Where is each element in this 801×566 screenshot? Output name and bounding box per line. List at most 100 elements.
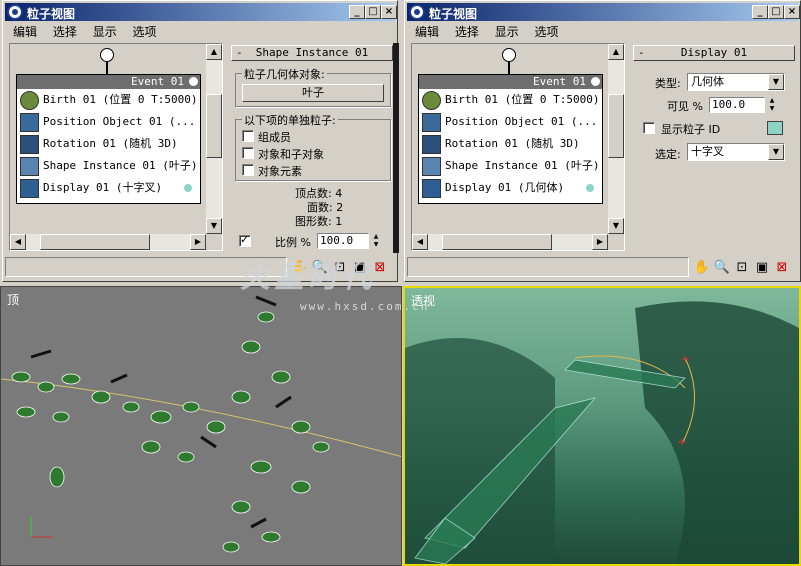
scroll-thumb[interactable] <box>206 94 222 158</box>
operator-label: Shape Instance 01 (叶子) <box>445 159 600 172</box>
rollout-title: Shape Instance 01 <box>255 46 369 59</box>
operator-position-object[interactable]: Position Object 01 (... <box>419 111 602 133</box>
minimize-button[interactable]: _ <box>349 5 365 19</box>
rollout-scrollbar[interactable] <box>393 43 399 253</box>
particle-graph[interactable]: Event 01 Birth 01 (位置 0 T:5000) Position… <box>9 43 223 251</box>
event-input-connector[interactable] <box>502 48 516 62</box>
chevron-down-icon[interactable]: ▼ <box>768 74 784 90</box>
spline-point-icon: + <box>677 435 687 449</box>
group-label: 以下项的单独粒子: <box>242 112 338 128</box>
scroll-down-button[interactable]: ▼ <box>608 218 624 234</box>
scroll-down-button[interactable]: ▼ <box>206 218 222 234</box>
operator-label: Rotation 01 (随机 3D) <box>43 137 178 150</box>
menu-select[interactable]: 选择 <box>53 23 77 41</box>
display-color-swatch[interactable] <box>767 121 783 135</box>
rotation-icon <box>422 135 441 154</box>
event-box[interactable]: Event 01 Birth 01 (位置 0 T:5000) Position… <box>418 74 603 204</box>
zoom-icon[interactable]: 🔍 <box>713 259 731 277</box>
graph-horizontal-scrollbar[interactable]: ◀ ▶ <box>412 234 608 250</box>
operator-shape-instance[interactable]: Shape Instance 01 (叶子) <box>419 155 602 177</box>
operator-label: Rotation 01 (随机 3D) <box>445 137 580 150</box>
visible-percent-spinner[interactable]: 100.0 <box>709 97 765 113</box>
operator-display[interactable]: Display 01 (十字叉) <box>17 177 200 199</box>
event-input-connector[interactable] <box>100 48 114 62</box>
scroll-right-button[interactable]: ▶ <box>190 234 206 250</box>
menu-edit[interactable]: 编辑 <box>415 23 439 41</box>
title-bar[interactable]: 粒子视图 _ □ × <box>407 3 800 21</box>
scroll-up-button[interactable]: ▲ <box>608 44 624 60</box>
viewport-label[interactable]: 顶 <box>7 291 19 308</box>
graph-horizontal-scrollbar[interactable]: ◀ ▶ <box>10 234 206 250</box>
operator-label: Position Object 01 (... <box>43 115 196 128</box>
shape-instance-rollout: - Shape Instance 01 粒子几何体对象: 叶子 以下项的单独粒子:… <box>229 43 395 253</box>
scroll-left-button[interactable]: ◀ <box>412 234 428 250</box>
watermark-logo: 火星时代 <box>240 260 376 295</box>
zoom-extents-icon[interactable]: ▣ <box>753 259 771 277</box>
particle-graph[interactable]: Event 01 Birth 01 (位置 0 T:5000) Position… <box>411 43 625 251</box>
operator-position-object[interactable]: Position Object 01 (... <box>17 111 200 133</box>
perspective-viewport[interactable]: 透视 + + <box>403 286 801 566</box>
scroll-thumb[interactable] <box>442 234 552 250</box>
operator-birth[interactable]: Birth 01 (位置 0 T:5000) <box>419 89 602 111</box>
operator-rotation[interactable]: Rotation 01 (随机 3D) <box>17 133 200 155</box>
menu-options[interactable]: 选项 <box>133 23 157 41</box>
graph-vertical-scrollbar[interactable]: ▲ ▼ <box>608 44 624 234</box>
chevron-down-icon[interactable]: ▼ <box>768 144 784 160</box>
no-zoom-icon[interactable]: ⊠ <box>773 259 791 277</box>
scroll-right-button[interactable]: ▶ <box>592 234 608 250</box>
operator-rotation[interactable]: Rotation 01 (随机 3D) <box>419 133 602 155</box>
event-header[interactable]: Event 01 <box>17 75 200 89</box>
geometry-object-button[interactable]: 叶子 <box>242 84 384 102</box>
scale-checkbox[interactable] <box>239 233 251 247</box>
operator-label: Birth 01 (位置 0 T:5000) <box>445 93 600 106</box>
scale-spinner[interactable]: 100.0 <box>317 233 369 249</box>
mountain-right <box>635 301 799 564</box>
close-button[interactable]: × <box>381 5 397 19</box>
scroll-thumb[interactable] <box>608 94 624 158</box>
menu-select[interactable]: 选择 <box>455 23 479 41</box>
maximize-button[interactable]: □ <box>365 5 381 19</box>
show-particle-id-label: 显示粒子 ID <box>661 123 721 136</box>
spinner-arrows-icon[interactable]: ▲ ▼ <box>371 233 381 249</box>
menu-edit[interactable]: 编辑 <box>13 23 37 41</box>
scroll-left-button[interactable]: ◀ <box>10 234 26 250</box>
shape-instance-icon <box>422 157 441 176</box>
object-elements-checkbox[interactable] <box>242 164 254 176</box>
birth-icon <box>20 91 39 110</box>
operator-birth[interactable]: Birth 01 (位置 0 T:5000) <box>17 89 200 111</box>
spinner-arrows-icon[interactable]: ▲ ▼ <box>767 97 777 113</box>
title-bar[interactable]: 粒子视图 _ □ × <box>5 3 397 21</box>
separate-particles-group: 以下项的单独粒子: 组成员 对象和子对象 对象元素 <box>235 112 391 181</box>
selected-display-dropdown[interactable]: 十字叉 ▼ <box>687 143 785 161</box>
display-type-dropdown[interactable]: 几何体 ▼ <box>687 73 785 91</box>
graph-vertical-scrollbar[interactable]: ▲ ▼ <box>206 44 222 234</box>
object-children-checkbox[interactable] <box>242 147 254 159</box>
event-header[interactable]: Event 01 <box>419 75 602 89</box>
wire <box>106 62 108 74</box>
menu-options[interactable]: 选项 <box>535 23 559 41</box>
lightbulb-icon[interactable] <box>591 77 600 86</box>
rollout-header[interactable]: - Shape Instance 01 <box>231 45 393 61</box>
minimize-button[interactable]: _ <box>752 5 768 19</box>
operator-shape-instance[interactable]: Shape Instance 01 (叶子) <box>17 155 200 177</box>
pan-hand-icon[interactable]: ✋ <box>693 259 711 277</box>
top-viewport[interactable]: 顶 <box>0 286 402 566</box>
close-button[interactable]: × <box>784 5 800 19</box>
rollout-title: Display 01 <box>680 46 748 59</box>
rollout-header[interactable]: - Display 01 <box>633 45 795 61</box>
display-color-dot <box>184 184 192 192</box>
event-box[interactable]: Event 01 Birth 01 (位置 0 T:5000) Position… <box>16 74 201 204</box>
scroll-up-button[interactable]: ▲ <box>206 44 222 60</box>
lightbulb-icon[interactable] <box>189 77 198 86</box>
group-members-checkbox[interactable] <box>242 130 254 142</box>
scroll-thumb[interactable] <box>40 234 150 250</box>
operator-display[interactable]: Display 01 (几何体) <box>419 177 602 199</box>
operator-label: Display 01 (几何体) <box>445 181 565 194</box>
zoom-region-icon[interactable]: ⊡ <box>733 259 751 277</box>
menu-display[interactable]: 显示 <box>495 23 519 41</box>
checkbox-label: 对象和子对象 <box>258 148 324 161</box>
maximize-button[interactable]: □ <box>768 5 784 19</box>
window-title: 粒子视图 <box>27 7 76 21</box>
menu-display[interactable]: 显示 <box>93 23 117 41</box>
show-particle-id-checkbox[interactable] <box>643 122 655 134</box>
